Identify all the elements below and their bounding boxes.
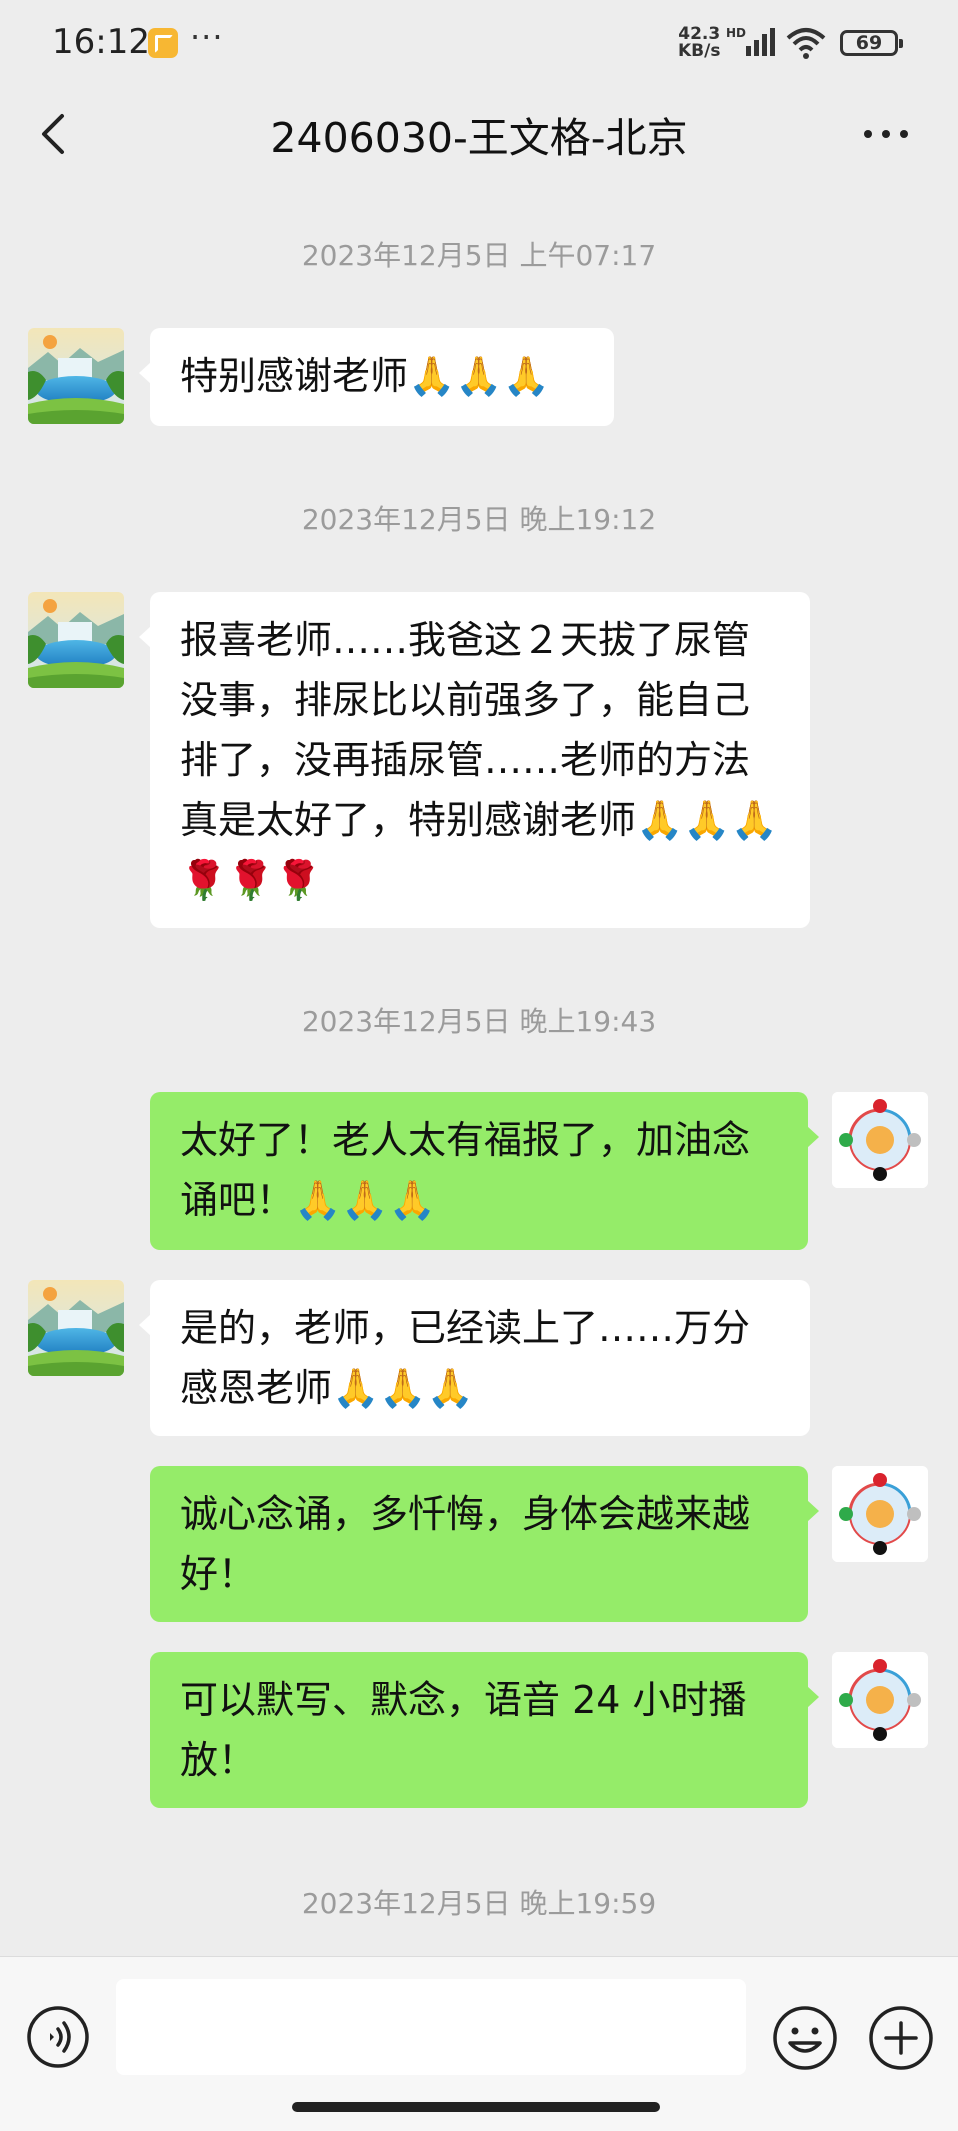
- my-avatar[interactable]: [832, 1652, 928, 1748]
- message-timestamp: 2023年12月5日 上午07:17: [301, 239, 657, 272]
- network-speed-unit: KB/s: [678, 41, 721, 61]
- message-bubble-outgoing[interactable]: 太好了！老人太有福报了，加油念诵吧！🙏🙏🙏: [150, 1092, 819, 1250]
- message-bubble-incoming[interactable]: 特别感谢老师🙏🙏🙏: [139, 328, 614, 426]
- signal-icon: [746, 28, 775, 56]
- message-bubble-outgoing[interactable]: 可以默写、默念，语音 24 小时播放！: [150, 1652, 819, 1808]
- plus-icon[interactable]: [868, 2005, 934, 2071]
- message-bubble-incoming[interactable]: 是的，老师，已经读上了……万分感恩老师🙏🙏🙏: [139, 1280, 810, 1436]
- contact-avatar[interactable]: [28, 1280, 124, 1376]
- my-avatar[interactable]: [832, 1092, 928, 1188]
- home-indicator[interactable]: [292, 2102, 660, 2112]
- status-more-dots: ···: [190, 18, 224, 56]
- voice-icon[interactable]: [26, 2005, 90, 2069]
- message-bubble-incoming[interactable]: 报喜老师……我爸这２天拔了尿管没事，排尿比以前强多了，能自己排了，没再插尿管………: [139, 592, 810, 928]
- contact-avatar[interactable]: [28, 328, 124, 424]
- emoji-icon[interactable]: [772, 2005, 838, 2071]
- battery-indicator: 69: [840, 30, 903, 56]
- contact-avatar[interactable]: [28, 592, 124, 688]
- wifi-icon: [786, 28, 826, 59]
- status-time: 16:12: [52, 22, 150, 62]
- notification-icon: [148, 28, 178, 58]
- message-timestamp: 2023年12月5日 晚上19:12: [301, 503, 657, 536]
- network-speed: 42.3 KB/s: [678, 26, 720, 60]
- chat-title: 2406030-王文格-北京: [270, 114, 688, 162]
- message-input[interactable]: [116, 1979, 746, 2075]
- my-avatar[interactable]: [832, 1466, 928, 1562]
- message-timestamp: 2023年12月5日 晚上19:43: [301, 1005, 657, 1038]
- status-bar: 16:12 ··· 42.3 KB/s HD 69: [0, 0, 958, 84]
- message-timestamp: 2023年12月5日 晚上19:59: [301, 1887, 657, 1920]
- message-bubble-outgoing[interactable]: 诚心念诵，多忏悔，身体会越来越好！: [150, 1466, 819, 1622]
- chat-header: 2406030-王文格-北京: [0, 84, 958, 186]
- more-dots-icon[interactable]: [856, 112, 916, 156]
